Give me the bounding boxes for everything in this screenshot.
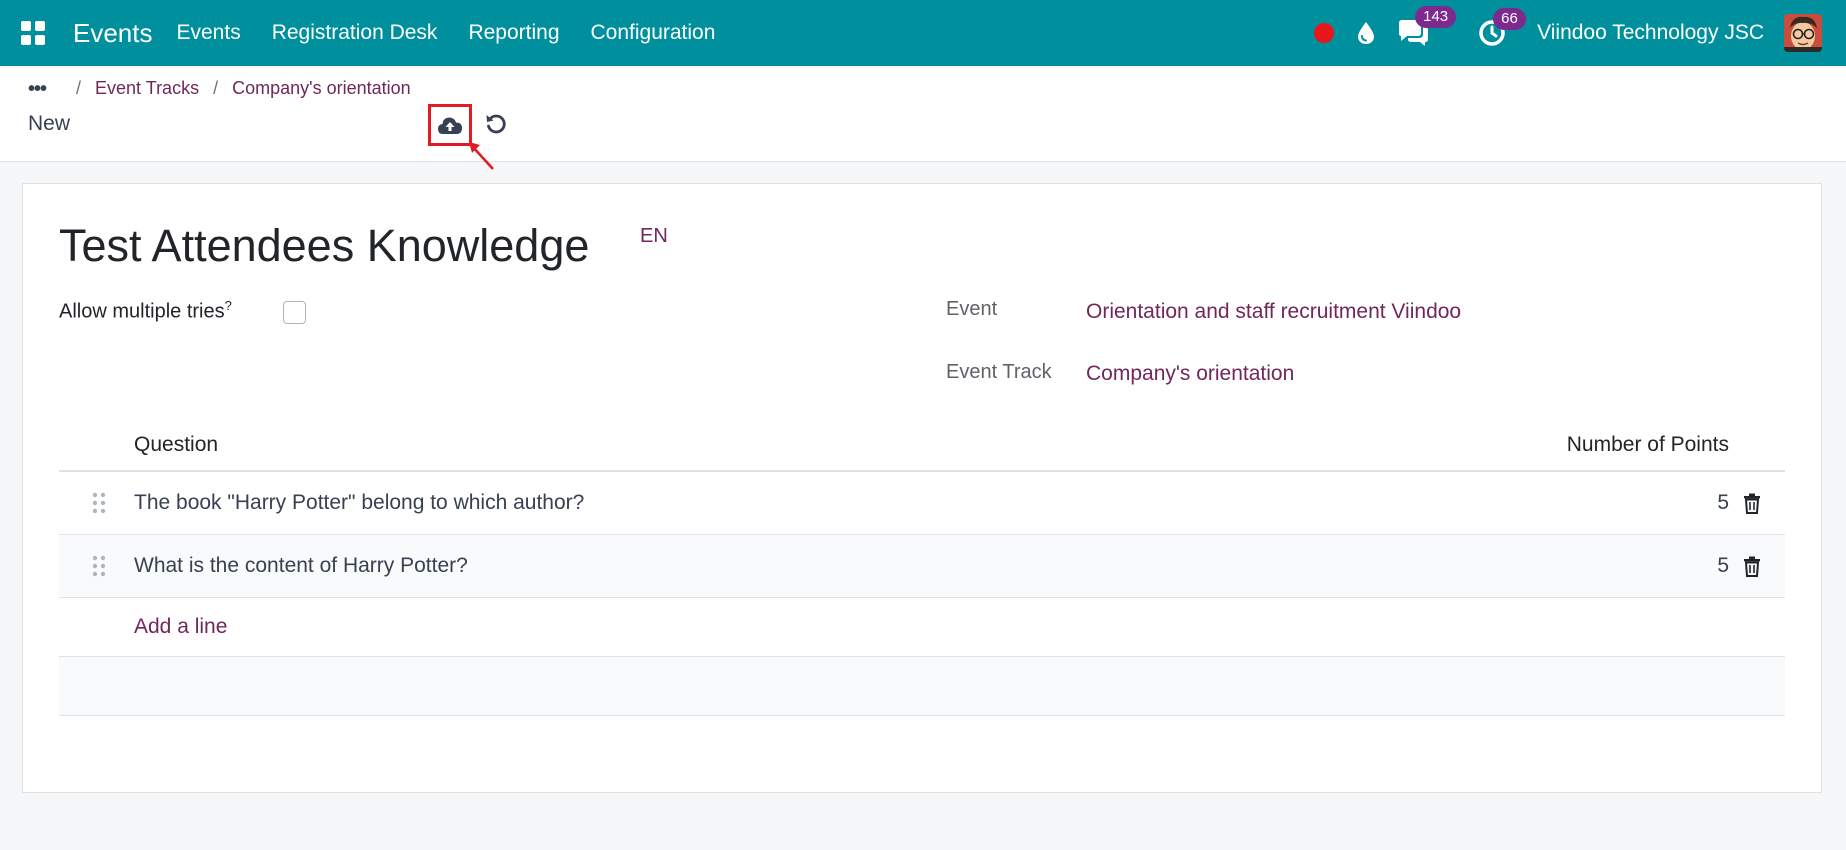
drag-handle-icon[interactable] (92, 492, 106, 514)
grid-icon (21, 21, 45, 45)
drag-handle-icon[interactable] (92, 555, 106, 577)
undo-icon (486, 114, 506, 134)
table-header: Question Number of Points (59, 416, 1785, 472)
user-avatar[interactable] (1784, 14, 1822, 52)
points-cell[interactable]: 5 (1717, 491, 1729, 515)
menu-registration-desk[interactable]: Registration Desk (272, 21, 438, 45)
breadcrumb-event-tracks[interactable]: Event Tracks (95, 78, 199, 99)
drop-icon (1358, 22, 1375, 44)
breadcrumb: ••• / Event Tracks / Company's orientati… (28, 78, 411, 99)
menu-reporting[interactable]: Reporting (468, 21, 559, 45)
column-points[interactable]: Number of Points (1567, 433, 1729, 457)
event-track-field[interactable]: Company's orientation (1086, 362, 1294, 386)
messages-badge: 143 (1415, 6, 1457, 28)
avatar-image (1784, 14, 1822, 52)
breadcrumb-separator: / (213, 78, 219, 98)
help-tooltip-icon[interactable]: ? (225, 298, 232, 313)
top-navbar: Events Events Registration Desk Reportin… (0, 0, 1846, 66)
table-row[interactable]: The book "Harry Potter" belong to which … (59, 472, 1785, 535)
company-switcher[interactable]: Viindoo Technology JSC (1537, 21, 1764, 45)
allow-multiple-tries-checkbox[interactable] (283, 301, 306, 324)
trash-icon[interactable] (1743, 556, 1761, 577)
breadcrumb-current-track[interactable]: Company's orientation (232, 78, 411, 99)
event-track-label: Event Track (946, 361, 1052, 383)
app-title[interactable]: Events (73, 18, 153, 49)
add-line-button[interactable]: Add a line (134, 615, 227, 639)
messages-button[interactable]: 143 (1397, 6, 1457, 48)
red-dot-icon (1314, 23, 1335, 43)
menu-events[interactable]: Events (177, 21, 241, 45)
activities-button[interactable]: 66 (1477, 8, 1526, 48)
column-question[interactable]: Question (134, 433, 218, 457)
quiz-title-field[interactable]: Test Attendees Knowledge (59, 220, 589, 272)
activities-badge: 66 (1493, 8, 1526, 30)
annotation-arrow-icon (469, 142, 494, 170)
allow-multiple-tries-text: Allow multiple tries (59, 300, 225, 323)
drop-button[interactable] (1355, 21, 1377, 45)
language-toggle[interactable]: EN (640, 225, 668, 248)
discard-button[interactable] (482, 108, 510, 140)
apps-menu-button[interactable] (0, 0, 66, 66)
event-label: Event (946, 298, 998, 320)
question-cell[interactable]: What is the content of Harry Potter? (134, 554, 468, 578)
allow-multiple-tries-label: Allow multiple tries? (59, 298, 232, 324)
breadcrumb-separator: / (76, 78, 82, 98)
cloud-upload-icon (438, 117, 462, 134)
breadcrumb-more-button[interactable]: ••• (28, 79, 47, 99)
control-panel: ••• / Event Tracks / Company's orientati… (0, 66, 1846, 162)
table-row[interactable]: What is the content of Harry Potter? 5 (59, 535, 1785, 598)
points-cell[interactable]: 5 (1717, 554, 1729, 578)
event-field[interactable]: Orientation and staff recruitment Viindo… (1086, 300, 1461, 324)
question-cell[interactable]: The book "Harry Potter" belong to which … (134, 491, 584, 515)
record-status: New (28, 112, 71, 135)
form-sheet: Test Attendees Knowledge EN Allow multip… (22, 183, 1822, 793)
menu-configuration[interactable]: Configuration (591, 21, 716, 45)
empty-table-row (59, 657, 1785, 716)
add-line-row: Add a line (59, 598, 1785, 657)
questions-table: Question Number of Points The book "Harr… (59, 416, 1785, 716)
record-button[interactable] (1313, 22, 1335, 44)
trash-icon[interactable] (1743, 493, 1761, 514)
